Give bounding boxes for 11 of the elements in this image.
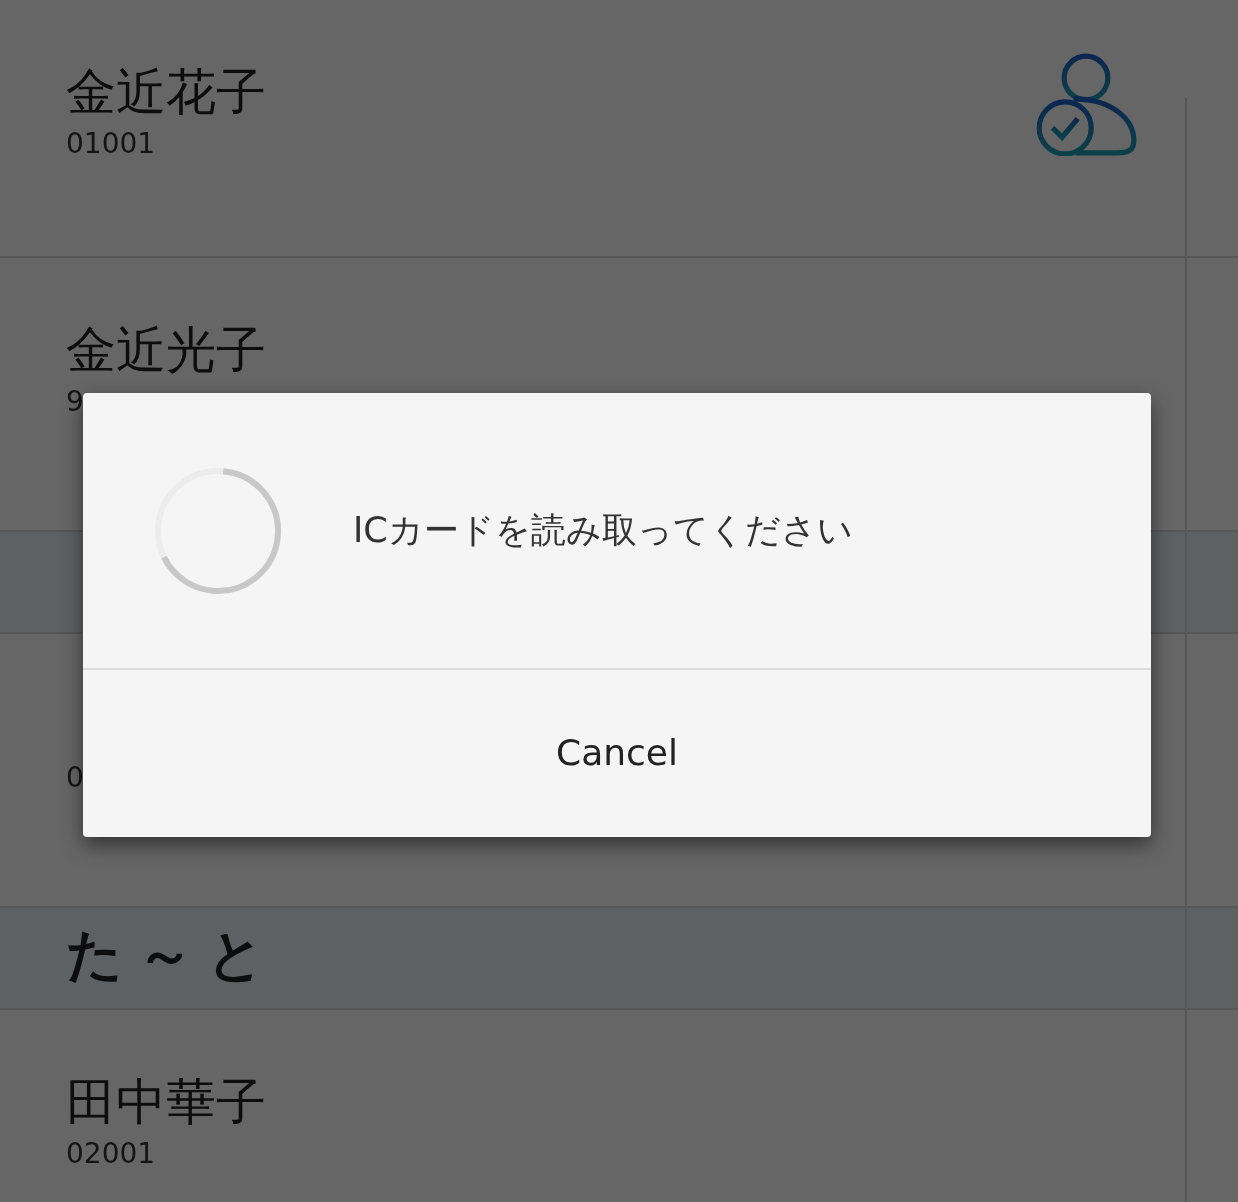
contact-id: 01001 bbox=[66, 126, 157, 162]
contact-name: 金近光子 bbox=[66, 320, 266, 380]
contact-row[interactable]: 金近花子 01001 bbox=[0, 0, 1238, 258]
contact-id: 02001 bbox=[66, 1136, 157, 1172]
contact-id: 0 bbox=[66, 760, 85, 796]
section-label: た～と bbox=[66, 921, 278, 989]
contact-id: 9 bbox=[66, 384, 85, 420]
dialog-message: ICカードを読み取ってください bbox=[353, 509, 853, 553]
contact-name: 田中華子 bbox=[66, 1072, 266, 1132]
contact-name: 金近花子 bbox=[66, 62, 266, 122]
cancel-button[interactable]: Cancel bbox=[83, 670, 1151, 835]
